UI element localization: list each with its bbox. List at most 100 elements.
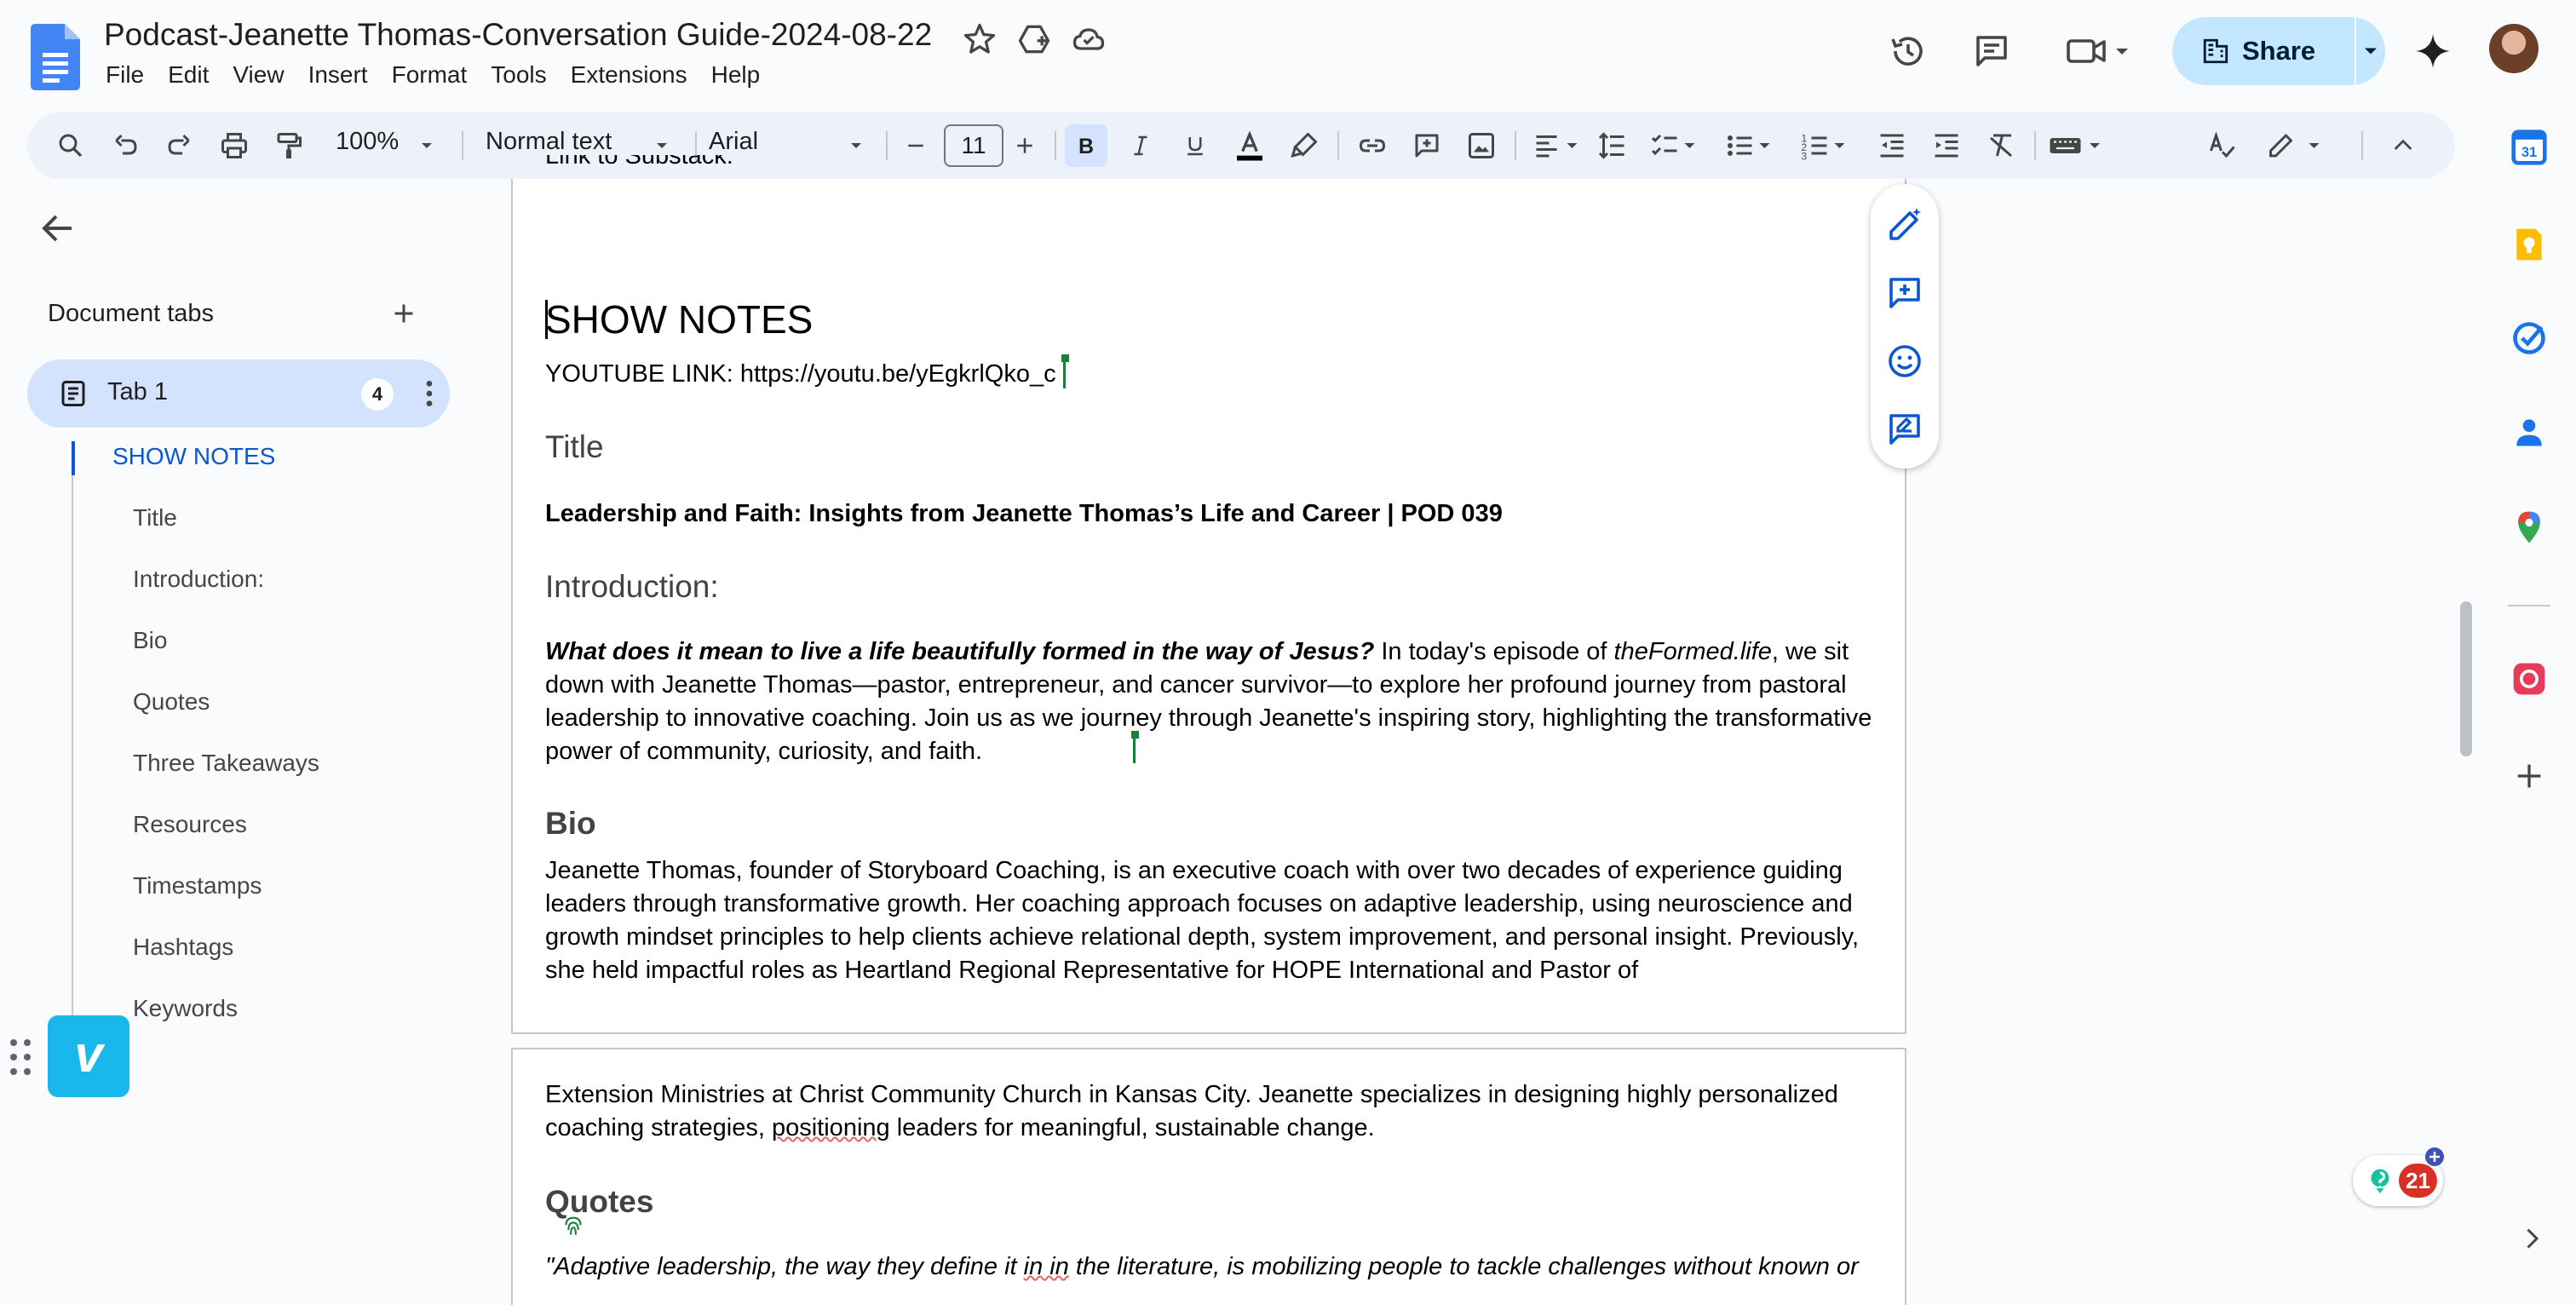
menu-edit[interactable]: Edit	[156, 60, 221, 97]
redo-icon[interactable]	[158, 124, 201, 167]
undo-icon[interactable]	[104, 124, 147, 167]
quotes-heading[interactable]: Quotes	[545, 1184, 1874, 1220]
menu-extensions[interactable]: Extensions	[559, 60, 699, 97]
back-arrow-icon[interactable]	[37, 208, 78, 249]
contacts-icon[interactable]	[2510, 412, 2549, 451]
document-title[interactable]: Podcast-Jeanette Thomas-Conversation Gui…	[104, 17, 932, 53]
toolbar-divider	[2361, 131, 2363, 160]
outline-item-timestamps[interactable]: Timestamps	[133, 872, 262, 900]
outline-item-keywords[interactable]: Keywords	[133, 995, 238, 1022]
menu-format[interactable]: Format	[380, 60, 480, 97]
intro-podcast-name: theFormed.life	[1613, 638, 1772, 665]
share-main[interactable]: Share	[2172, 17, 2355, 85]
add-tab-icon[interactable]	[388, 298, 419, 329]
share-dropdown-icon[interactable]	[2356, 17, 2385, 85]
plus-badge-icon	[2424, 1147, 2445, 1167]
document-icon	[58, 378, 89, 409]
outline-item-bio[interactable]: Bio	[133, 627, 167, 654]
outline-item-three-takeaways[interactable]: Three Takeaways	[133, 750, 319, 777]
grammarly-badge[interactable]: 21	[2353, 1147, 2444, 1206]
menu-view[interactable]: View	[221, 60, 296, 97]
menu-file[interactable]: File	[94, 60, 156, 97]
outline-item-hashtags[interactable]: Hashtags	[133, 934, 233, 961]
more-options-icon[interactable]	[412, 377, 446, 411]
bio-paragraph[interactable]: Jeanette Thomas, founder of Storyboard C…	[545, 854, 1874, 987]
title-heading[interactable]: Title	[545, 429, 1874, 465]
print-icon[interactable]	[213, 124, 256, 167]
substack-link-text: Link to Substack:	[545, 155, 733, 170]
menu-tools[interactable]: Tools	[479, 60, 558, 97]
editing-mode-icon[interactable]	[2259, 124, 2336, 167]
spelling-suggestion[interactable]: positioning	[772, 1114, 890, 1141]
gemini-icon[interactable]	[2407, 26, 2458, 77]
spelling-grammar-icon[interactable]	[2201, 124, 2244, 167]
tab-1[interactable]: Tab 1 4	[27, 359, 450, 428]
search-menus-icon[interactable]	[49, 124, 92, 167]
paragraph-style-select[interactable]: Normal text	[486, 128, 612, 156]
clear-formatting-icon[interactable]	[1980, 124, 2022, 167]
meet-icon[interactable]	[2063, 26, 2140, 77]
cut-off-line: Link to Substack:	[545, 155, 1874, 184]
star-icon[interactable]	[961, 20, 998, 58]
share-building-icon	[2203, 38, 2228, 64]
toolbar-divider	[2034, 131, 2036, 160]
adobe-cc-icon[interactable]	[2510, 659, 2549, 698]
episode-title[interactable]: Leadership and Faith: Insights from Jean…	[545, 497, 1874, 531]
introduction-heading[interactable]: Introduction:	[545, 569, 1874, 605]
tasks-icon[interactable]	[2510, 319, 2549, 358]
share-label: Share	[2242, 36, 2316, 66]
move-to-drive-icon[interactable]	[1015, 20, 1053, 58]
decrease-indent-icon[interactable]	[1871, 124, 1913, 167]
increase-indent-icon[interactable]	[1925, 124, 1968, 167]
add-comment-icon[interactable]	[1884, 273, 1925, 313]
get-add-ons-icon[interactable]	[2510, 756, 2549, 796]
floating-actions	[1871, 184, 1939, 469]
avatar[interactable]	[2489, 24, 2539, 73]
bio-heading[interactable]: Bio	[545, 806, 1874, 842]
outline-item-introduction[interactable]: Introduction:	[133, 566, 264, 593]
introduction-paragraph[interactable]: What does it mean to live a life beautif…	[545, 635, 1874, 768]
outline-item-resources[interactable]: Resources	[133, 811, 247, 838]
tab-label: Tab 1	[107, 378, 168, 405]
outline-item-title[interactable]: Title	[133, 504, 177, 532]
grammarly-icon	[2365, 1165, 2395, 1196]
comments-icon[interactable]	[1966, 26, 2017, 77]
bio-paragraph-continued[interactable]: Extension Ministries at Christ Community…	[545, 1078, 1874, 1145]
quote-text-b: the literature, is mobilizing people to …	[1068, 1253, 1859, 1280]
quote-line[interactable]: "Adaptive leadership, the way they defin…	[545, 1250, 1874, 1284]
collaborator-cursor-flag	[1131, 731, 1139, 739]
text-cursor	[545, 300, 548, 339]
show-notes-heading[interactable]: SHOW NOTES	[545, 296, 1874, 342]
docs-logo-icon[interactable]	[31, 24, 80, 90]
outline-item-show-notes[interactable]: SHOW NOTES	[112, 443, 275, 470]
calendar-icon[interactable]: 31	[2510, 128, 2549, 167]
menu-help[interactable]: Help	[699, 60, 773, 97]
keep-icon[interactable]	[2510, 225, 2549, 264]
cloud-status-icon[interactable]	[1070, 20, 1107, 58]
version-history-icon[interactable]	[1883, 26, 1934, 77]
font-family-select[interactable]: Arial	[709, 128, 758, 156]
youtube-link-line[interactable]: YOUTUBE LINK: https://youtu.be/yEgkrlQko…	[545, 358, 1874, 391]
zoom-dropdown-icon[interactable]	[405, 124, 448, 167]
outline-track	[72, 441, 73, 1024]
zoom-value[interactable]: 100%	[336, 128, 399, 156]
menu-bar: File Edit View Insert Format Tools Exten…	[94, 60, 772, 97]
grammar-suggestion[interactable]: in in	[1024, 1253, 1069, 1280]
collapse-menus-icon[interactable]	[2382, 124, 2424, 167]
outline-active-indicator	[72, 441, 75, 475]
paint-format-icon[interactable]	[267, 124, 310, 167]
quote-text-a: "Adaptive leadership, the way they defin…	[545, 1253, 1024, 1280]
suggest-edits-icon[interactable]	[1884, 409, 1925, 450]
intro-text-1: In today's episode of	[1374, 638, 1614, 665]
drag-handle-icon[interactable]	[9, 1038, 32, 1077]
maps-icon[interactable]	[2510, 508, 2549, 547]
input-tools-icon[interactable]	[2043, 124, 2111, 167]
add-emoji-reaction-icon[interactable]	[1884, 341, 1925, 382]
outline-item-quotes[interactable]: Quotes	[133, 688, 210, 716]
show-side-panel-icon[interactable]	[2516, 1223, 2547, 1254]
vimeo-extension-button[interactable]: v	[48, 1015, 129, 1097]
help-me-write-icon[interactable]	[1884, 204, 1925, 245]
menu-insert[interactable]: Insert	[296, 60, 380, 97]
vertical-scrollbar[interactable]	[2460, 601, 2472, 756]
share-button[interactable]: Share	[2172, 17, 2385, 85]
